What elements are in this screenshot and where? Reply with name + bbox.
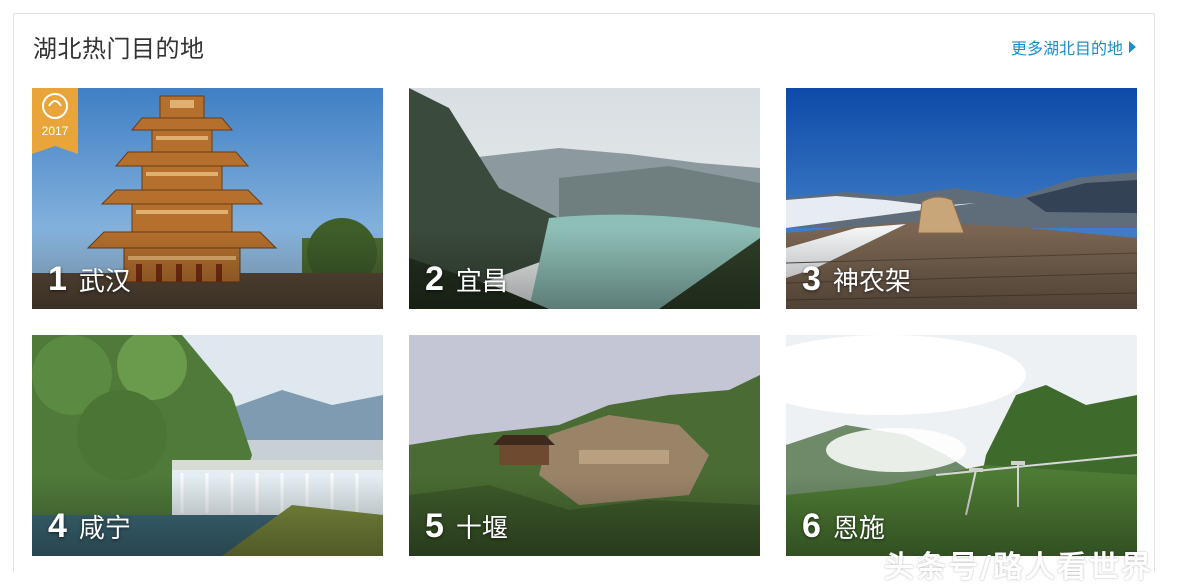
destination-name: 神农架 xyxy=(832,267,911,297)
destination-card-yichang[interactable]: 2 宜昌 xyxy=(409,88,760,309)
destination-name: 武汉 xyxy=(78,267,131,297)
more-destinations-label: 更多湖北目的地 xyxy=(1010,39,1123,58)
badge-year: 2017 xyxy=(41,124,69,138)
destination-card-wuhan[interactable]: 2017 1 武汉 xyxy=(32,88,383,309)
destination-label: 2 宜昌 xyxy=(425,260,508,299)
destination-label: 5 十堰 xyxy=(425,507,508,546)
destination-name: 恩施 xyxy=(832,514,885,544)
destination-card-shennongjia[interactable]: 3 神农架 xyxy=(786,88,1137,309)
destination-card-shiyan[interactable]: 5 十堰 xyxy=(409,335,760,556)
destination-rank: 1 xyxy=(48,260,67,298)
section-title: 湖北热门目的地 xyxy=(33,35,205,63)
destination-label: 6 恩施 xyxy=(802,507,885,546)
destination-rank: 4 xyxy=(48,507,67,545)
destination-name: 咸宁 xyxy=(78,514,131,544)
destination-label: 3 神农架 xyxy=(802,260,911,299)
destination-card-enshi[interactable]: 6 恩施 xyxy=(786,335,1137,556)
destination-name: 十堰 xyxy=(455,514,508,544)
triangle-right-icon xyxy=(1129,41,1136,53)
more-destinations-link[interactable]: 更多湖北目的地 xyxy=(1011,35,1136,59)
destination-label: 1 武汉 xyxy=(48,260,131,299)
destination-rank: 5 xyxy=(425,507,444,545)
destination-rank: 6 xyxy=(802,507,821,545)
destination-rank: 3 xyxy=(802,260,821,298)
destination-card-xianning[interactable]: 4 咸宁 xyxy=(32,335,383,556)
destination-label: 4 咸宁 xyxy=(48,507,131,546)
award-badge: 2017 xyxy=(32,88,78,160)
destination-rank: 2 xyxy=(425,260,444,298)
destination-name: 宜昌 xyxy=(455,267,508,297)
watermark-text: 头条号/路人看世界 xyxy=(884,550,1153,585)
